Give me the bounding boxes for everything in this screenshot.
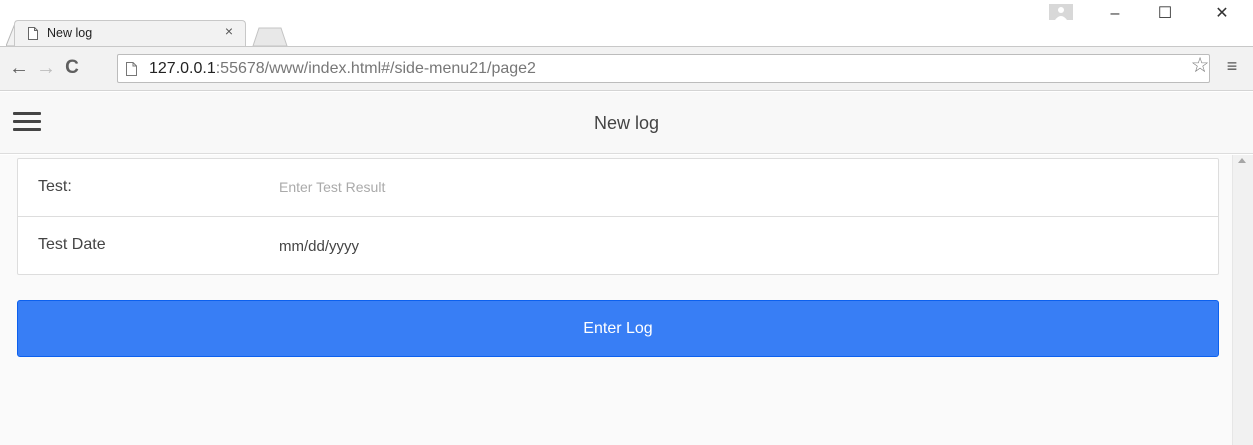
page-title: New log [593, 113, 660, 133]
url-text[interactable]: 127.0.0.1:55678/www/index.html#/side-men… [149, 60, 536, 78]
test-result-label: Test: [38, 178, 72, 195]
scrollbar[interactable] [1232, 155, 1253, 445]
tab-title: New log [47, 26, 93, 40]
enter-log-button[interactable]: Enter Log [17, 300, 1219, 357]
test-result-row: Test: [18, 159, 1218, 217]
browser-toolbar: ← → C 127.0.0.1:55678/www/index.html#/si… [0, 46, 1253, 91]
content-area: Test: Test Date mm/dd/yyyy Enter Log [0, 155, 1253, 445]
test-date-label: Test Date [38, 236, 106, 253]
scroll-up-arrow-icon[interactable] [1238, 158, 1246, 163]
browser-titlebar: New log × – ☐ ✕ [0, 0, 1253, 46]
test-date-row: Test Date mm/dd/yyyy [18, 217, 1218, 275]
reload-icon[interactable]: C [61, 56, 83, 80]
back-arrow-icon[interactable]: ← [8, 56, 30, 80]
address-bar[interactable]: 127.0.0.1:55678/www/index.html#/side-men… [117, 54, 1210, 83]
test-result-input[interactable] [279, 174, 1179, 200]
page-icon [28, 27, 38, 40]
browser-menu-icon[interactable]: ≡ [1222, 55, 1242, 77]
form-list: Test: Test Date mm/dd/yyyy [17, 158, 1219, 275]
forward-arrow-icon[interactable]: → [35, 56, 57, 80]
tab-close-icon[interactable]: × [222, 24, 236, 38]
profile-icon[interactable] [1049, 4, 1073, 20]
window-maximize-button[interactable]: ☐ [1150, 3, 1180, 25]
bookmark-star-icon[interactable]: ☆ [1189, 55, 1211, 77]
page-icon [126, 62, 137, 76]
window-close-button[interactable]: ✕ [1207, 3, 1237, 25]
url-path: :55678/www/index.html#/side-menu21/page2 [215, 60, 536, 77]
app-header: New log [0, 92, 1253, 154]
test-date-input[interactable]: mm/dd/yyyy [279, 238, 359, 255]
window-minimize-button[interactable]: – [1100, 3, 1130, 25]
browser-tab-content[interactable]: New log × [14, 20, 246, 46]
new-tab-button[interactable] [252, 27, 288, 46]
url-host: 127.0.0.1 [149, 60, 216, 77]
